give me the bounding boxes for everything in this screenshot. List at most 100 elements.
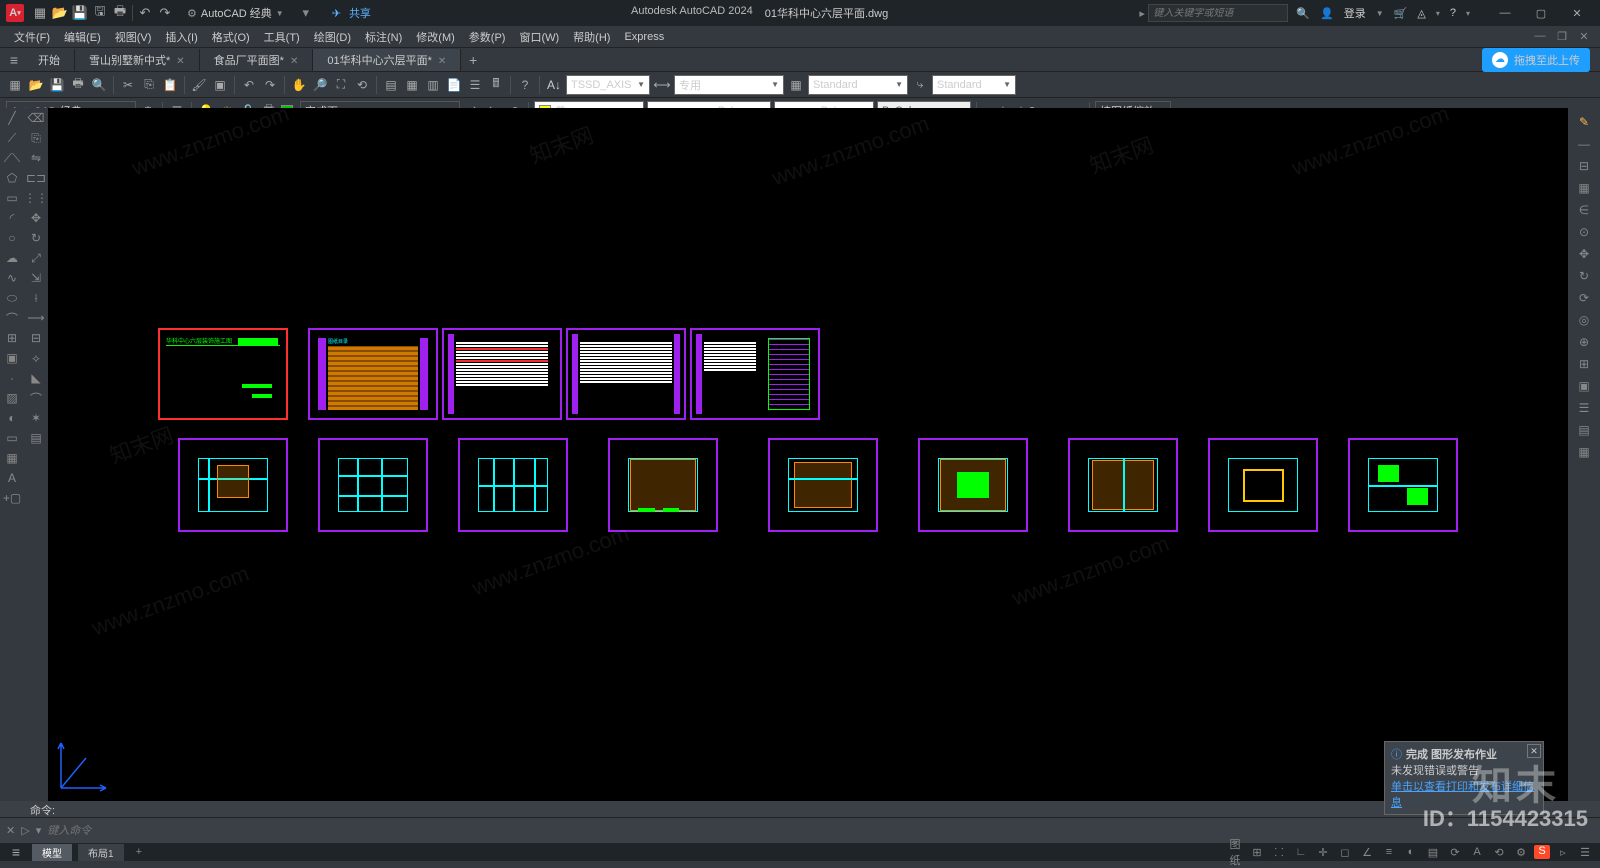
rp-icon[interactable]: ⊕ <box>1574 332 1594 352</box>
region-icon[interactable]: ▭ <box>0 428 24 448</box>
new-icon[interactable]: ▦ <box>32 5 48 21</box>
saveas-icon[interactable]: 🖫 <box>92 5 108 21</box>
zoomprev-icon[interactable]: ⟲ <box>353 76 371 94</box>
drawing-canvas[interactable]: 华科中心六层装饰施工图 图纸目录 www.znzmo.co <box>48 108 1568 801</box>
table2-icon[interactable]: ▦ <box>0 448 24 468</box>
markup-icon[interactable]: ☰ <box>466 76 484 94</box>
menu-help[interactable]: 帮助(H) <box>567 27 616 47</box>
fillet-icon[interactable]: ⌒ <box>24 388 48 408</box>
ellipse-icon[interactable]: ⬭ <box>0 288 24 308</box>
extend-icon[interactable]: ⟶ <box>24 308 48 328</box>
menu-format[interactable]: 格式(O) <box>206 27 256 47</box>
rp-icon[interactable]: ▦ <box>1574 442 1594 462</box>
upload-button[interactable]: ☁ 拖拽至此上传 <box>1482 48 1590 72</box>
dimstyle-dropdown[interactable]: 专用▼ <box>674 75 784 95</box>
doc-close-icon[interactable]: ✕ <box>1576 30 1592 43</box>
cursor-icon[interactable]: ▹ <box>1554 846 1572 859</box>
osnap-icon[interactable]: ◻ <box>1336 846 1354 859</box>
menu-param[interactable]: 参数(P) <box>463 27 512 47</box>
doc-restore-icon[interactable]: ❐ <box>1554 30 1570 43</box>
block-icon[interactable]: ▣ <box>0 348 24 368</box>
copy2-icon[interactable]: ⎘ <box>24 128 48 148</box>
dim-icon[interactable]: ⟷ <box>653 76 671 94</box>
menu-file[interactable]: 文件(F) <box>8 27 56 47</box>
anno-icon[interactable]: A <box>1468 846 1486 858</box>
sc-icon[interactable]: ⟳ <box>1446 846 1464 859</box>
sheet-plan-4[interactable] <box>608 438 718 532</box>
match-icon[interactable]: 🖌 <box>190 76 208 94</box>
props-icon[interactable]: ▤ <box>382 76 400 94</box>
doc-min-icon[interactable]: — <box>1532 30 1548 43</box>
help-icon[interactable]: ? <box>1450 7 1456 19</box>
rp-icon[interactable]: ✥ <box>1574 244 1594 264</box>
undo-icon[interactable]: ↶ <box>137 5 153 21</box>
qat-more-icon[interactable]: ▾ <box>298 5 314 21</box>
close-icon[interactable]: ✕ <box>438 56 446 67</box>
menu-express[interactable]: Express <box>618 29 670 45</box>
rp-icon[interactable]: ✎ <box>1574 112 1594 132</box>
mtext-icon[interactable]: A <box>0 468 24 488</box>
ellipsearc-icon[interactable]: ⌒ <box>0 308 24 328</box>
block-icon[interactable]: ▣ <box>211 76 229 94</box>
dcenter-icon[interactable]: ▦ <box>403 76 421 94</box>
xline-icon[interactable]: ⟋ <box>0 128 24 148</box>
snap-icon[interactable]: ⸬ <box>1270 845 1288 860</box>
menu-modify[interactable]: 修改(M) <box>410 27 461 47</box>
rect-icon[interactable]: ▭ <box>0 188 24 208</box>
break-icon[interactable]: ⊟ <box>24 328 48 348</box>
open-icon[interactable]: 📂 <box>52 5 68 21</box>
print-icon[interactable]: 🖶 <box>112 5 128 21</box>
menu-insert[interactable]: 插入(I) <box>159 27 203 47</box>
revcloud-icon[interactable]: ☁ <box>0 248 24 268</box>
sheet-plan-8[interactable] <box>1208 438 1318 532</box>
gradient-icon[interactable]: ◐ <box>0 408 24 428</box>
offset-icon[interactable]: ⊏⊐ <box>24 168 48 188</box>
rp-icon[interactable]: ↻ <box>1574 266 1594 286</box>
cut-icon[interactable]: ✂ <box>119 76 137 94</box>
anno2-icon[interactable]: ⟲ <box>1490 846 1508 859</box>
trim-icon[interactable]: ⟊ <box>24 288 48 308</box>
chamfer-icon[interactable]: ◣ <box>24 368 48 388</box>
tablestyle-dropdown[interactable]: Standard▼ <box>808 75 908 95</box>
table-icon[interactable]: ▦ <box>787 76 805 94</box>
move-icon[interactable]: ✥ <box>24 208 48 228</box>
sheet-cover[interactable]: 华科中心六层装饰施工图 <box>158 328 288 420</box>
rp-icon[interactable]: — <box>1574 134 1594 154</box>
circle-icon[interactable]: ○ <box>0 228 24 248</box>
text-icon[interactable]: A↓ <box>545 76 563 94</box>
addsel-icon[interactable]: +▢ <box>0 488 24 508</box>
tpalette-icon[interactable]: ▥ <box>424 76 442 94</box>
sheet-notes-2[interactable] <box>566 328 686 420</box>
sheet-plan-7[interactable] <box>1068 438 1178 532</box>
point-icon[interactable]: · <box>0 368 24 388</box>
ortho-icon[interactable]: ∟ <box>1292 846 1310 858</box>
command-input[interactable] <box>47 825 1594 837</box>
ws-icon[interactable]: ⚙ <box>1512 846 1530 859</box>
paste-icon[interactable]: 📋 <box>161 76 179 94</box>
erase-icon[interactable]: ⌫ <box>24 108 48 128</box>
share-label[interactable]: 共享 <box>349 5 371 21</box>
insert-icon[interactable]: ⊞ <box>0 328 24 348</box>
open-icon[interactable]: 📂 <box>27 76 45 94</box>
otrack-icon[interactable]: ∠ <box>1358 846 1376 859</box>
redo-icon[interactable]: ↷ <box>261 76 279 94</box>
mleader-icon[interactable]: ⤷ <box>911 76 929 94</box>
close-icon[interactable]: ✕ <box>176 56 184 67</box>
join-icon[interactable]: ⟡ <box>24 348 48 368</box>
rp-icon[interactable]: ▤ <box>1574 420 1594 440</box>
undo-icon[interactable]: ↶ <box>240 76 258 94</box>
search-input[interactable] <box>1153 8 1283 19</box>
transp-icon[interactable]: ◐ <box>1402 846 1420 858</box>
cart-icon[interactable]: 🛒 <box>1394 7 1408 20</box>
search-box[interactable]: ▸ <box>1148 4 1288 22</box>
paper-label[interactable]: 图纸 <box>1226 836 1244 868</box>
rp-icon[interactable]: ⊞ <box>1574 354 1594 374</box>
rp-icon[interactable]: ∈ <box>1574 200 1594 220</box>
save-icon[interactable]: 💾 <box>48 76 66 94</box>
ucs-icon[interactable] <box>56 733 116 793</box>
custom-icon[interactable]: ☰ <box>1576 846 1594 859</box>
rp-icon[interactable]: ⟳ <box>1574 288 1594 308</box>
hatch-icon[interactable]: ▨ <box>0 388 24 408</box>
close-button[interactable]: ✕ <box>1560 2 1594 24</box>
menu-dim[interactable]: 标注(N) <box>359 27 408 47</box>
